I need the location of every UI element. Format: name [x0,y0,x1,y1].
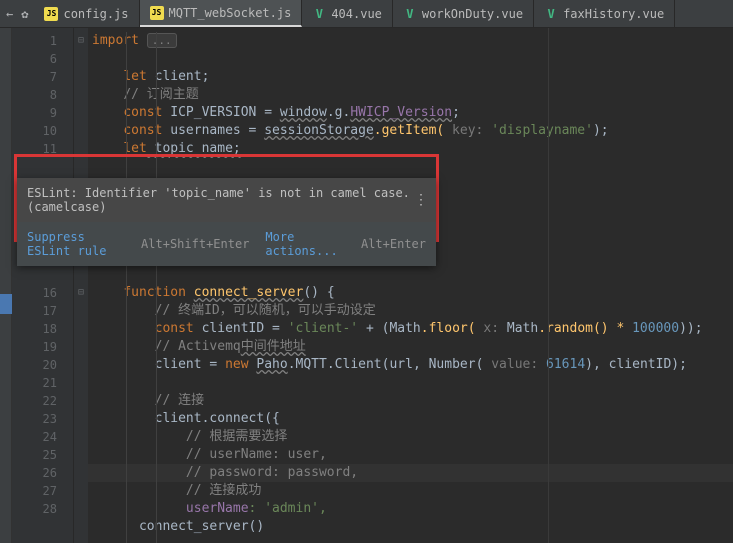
eslint-popup: ESLint: Identifier 'topic_name' is not i… [17,178,436,266]
line-number[interactable]: 9 [12,104,73,122]
more-options-icon[interactable]: ⋮ [414,192,426,208]
line-number[interactable]: 22 [12,392,73,410]
code-line[interactable]: // 连接成功 [88,482,733,500]
line-number[interactable]: 26 [12,464,73,482]
editor-area: 1 6 7 8 9 10 11 16 17 18 19 20 21 22 23 … [0,28,733,543]
tab-label: workOnDuty.vue [422,7,523,21]
code-line[interactable]: import ... [88,32,733,50]
left-sidebar-strip [0,28,12,543]
back-arrow-icon[interactable]: ← [6,7,13,21]
tab-404[interactable]: V 404.vue [302,0,393,27]
tab-bar: ← ✿ JS config.js JS MQTT_webSocket.js V … [0,0,733,28]
code-line[interactable] [88,50,733,68]
code-line[interactable]: // 根据需要选择 [88,428,733,446]
code-line[interactable]: function connect_server() { [88,284,733,302]
line-number[interactable]: 25 [12,446,73,464]
js-file-icon: JS [150,6,164,20]
fold-icon[interactable]: ⊟ [74,284,88,302]
suppress-rule-link[interactable]: Suppress ESLint rule [27,230,125,258]
gear-icon[interactable]: ✿ [21,7,28,21]
vue-file-icon: V [544,7,558,21]
vue-file-icon: V [312,7,326,21]
line-number[interactable]: 1 [12,32,73,50]
shortcut-hint: Alt+Shift+Enter [141,237,249,251]
code-line[interactable]: const clientID = 'client-' + (Math.floor… [88,320,733,338]
code-line[interactable]: // 终端ID，可以随机，可以手动设定 [88,302,733,320]
tab-label: faxHistory.vue [563,7,664,21]
code-line[interactable]: connect_server() [88,518,733,536]
line-number[interactable]: 21 [12,374,73,392]
line-number [12,518,73,536]
line-number[interactable]: 17 [12,302,73,320]
code-line[interactable]: client = new Paho.MQTT.Client(url, Numbe… [88,356,733,374]
popup-message-row: ESLint: Identifier 'topic_name' is not i… [17,178,436,222]
line-number[interactable]: 18 [12,320,73,338]
line-number[interactable]: 20 [12,356,73,374]
line-number[interactable]: 16 [12,284,73,302]
tab-mqtt[interactable]: JS MQTT_webSocket.js [140,0,303,27]
line-number[interactable]: 23 [12,410,73,428]
line-number[interactable]: 19 [12,338,73,356]
fold-gutter: ⊟ ⊟ [74,28,88,543]
tab-workonduty[interactable]: V workOnDuty.vue [393,0,534,27]
line-number[interactable]: 24 [12,428,73,446]
tab-label: MQTT_webSocket.js [169,6,292,20]
tab-label: config.js [63,7,128,21]
eslint-message: ESLint: Identifier 'topic_name' is not i… [27,186,414,214]
line-number[interactable]: 10 [12,122,73,140]
vue-file-icon: V [403,7,417,21]
code-line[interactable]: const usernames = sessionStorage.getItem… [88,122,733,140]
line-number[interactable]: 8 [12,86,73,104]
popup-actions-row: Suppress ESLint rule Alt+Shift+Enter Mor… [17,222,436,266]
code-line[interactable]: const ICP_VERSION = window.g.HWICP_Versi… [88,104,733,122]
code-area[interactable]: import ... let client; // 订阅主题 const ICP… [88,28,733,543]
code-line[interactable]: // password: password, [88,464,733,482]
js-file-icon: JS [44,7,58,21]
tab-label: 404.vue [331,7,382,21]
line-number[interactable]: 7 [12,68,73,86]
line-number[interactable]: 28 [12,500,73,518]
code-line[interactable]: let client; [88,68,733,86]
code-line[interactable]: userName: 'admin', [88,500,733,518]
tab-nav-icons: ← ✿ [0,0,34,27]
line-number-gutter: 1 6 7 8 9 10 11 16 17 18 19 20 21 22 23 … [12,28,74,543]
line-number[interactable]: 6 [12,50,73,68]
selection-indicator [0,294,12,314]
code-line[interactable]: // userName: user, [88,446,733,464]
code-line[interactable]: // 订阅主题 [88,86,733,104]
tab-faxhistory[interactable]: V faxHistory.vue [534,0,675,27]
shortcut-hint: Alt+Enter [361,237,426,251]
right-margin-ruler [548,28,549,543]
more-actions-link[interactable]: More actions... [265,230,339,258]
line-number[interactable]: 27 [12,482,73,500]
fold-icon[interactable]: ⊟ [74,32,88,50]
code-line[interactable]: client.connect({ [88,410,733,428]
tab-config[interactable]: JS config.js [34,0,139,27]
line-number [12,266,73,284]
code-line[interactable]: // Activemq中间件地址 [88,338,733,356]
code-line[interactable]: // 连接 [88,392,733,410]
folded-ellipsis[interactable]: ... [147,33,177,48]
